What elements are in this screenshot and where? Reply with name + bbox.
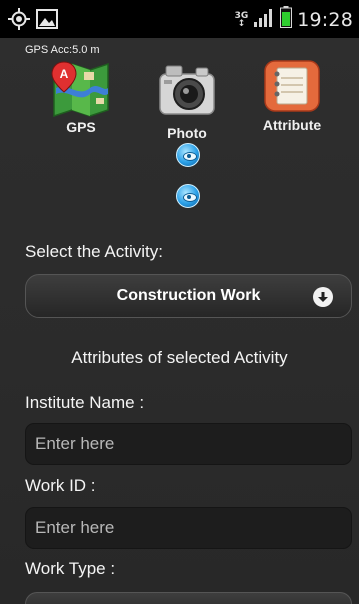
work-id-field[interactable] (25, 507, 352, 549)
network-type: 3G ↕ (234, 10, 249, 29)
status-time: 19:28 (297, 8, 353, 31)
activity-label: Select the Activity: (25, 242, 163, 261)
work-type-dropdown[interactable] (25, 592, 352, 604)
status-bar-left (8, 8, 58, 35)
institute-name-field[interactable] (25, 423, 352, 465)
status-bar-right: 3G ↕ 19:28 (235, 6, 353, 33)
institute-name-label: Institute Name : (25, 393, 145, 412)
notebook-icon (261, 60, 323, 118)
battery-icon (280, 6, 293, 33)
data-arrows-icon: ↕ (237, 18, 246, 29)
activity-selected-value: Construction Work (116, 287, 261, 304)
activity-dropdown[interactable]: Construction Work (25, 274, 352, 318)
dropdown-arrow-icon (313, 287, 333, 307)
photo-button-label: Photo (167, 125, 207, 141)
attribute-button-label: Attribute (262, 117, 322, 133)
attributes-heading: Attributes of selected Activity (71, 348, 288, 367)
gps-target-icon (8, 8, 30, 35)
work-id-label: Work ID : (25, 476, 96, 495)
eye-icon[interactable] (176, 184, 200, 208)
photo-button[interactable]: Photo (156, 60, 218, 141)
eye-icon[interactable] (176, 143, 200, 167)
status-bar: 3G ↕ 19:28 (0, 0, 359, 38)
camera-icon (156, 65, 218, 122)
image-icon (36, 9, 58, 34)
gps-accuracy: GPS Acc:5.0 m (25, 44, 100, 56)
signal-icon (253, 6, 275, 33)
gps-button[interactable]: A GPS (50, 58, 112, 135)
app-screen: 3G ↕ 19:28 GPS Acc:5.0 m A GPS Photo Att… (0, 0, 359, 604)
work-type-label: Work Type : (25, 559, 116, 578)
svg-text:A: A (60, 67, 69, 81)
attribute-button[interactable]: Attribute (259, 58, 325, 133)
